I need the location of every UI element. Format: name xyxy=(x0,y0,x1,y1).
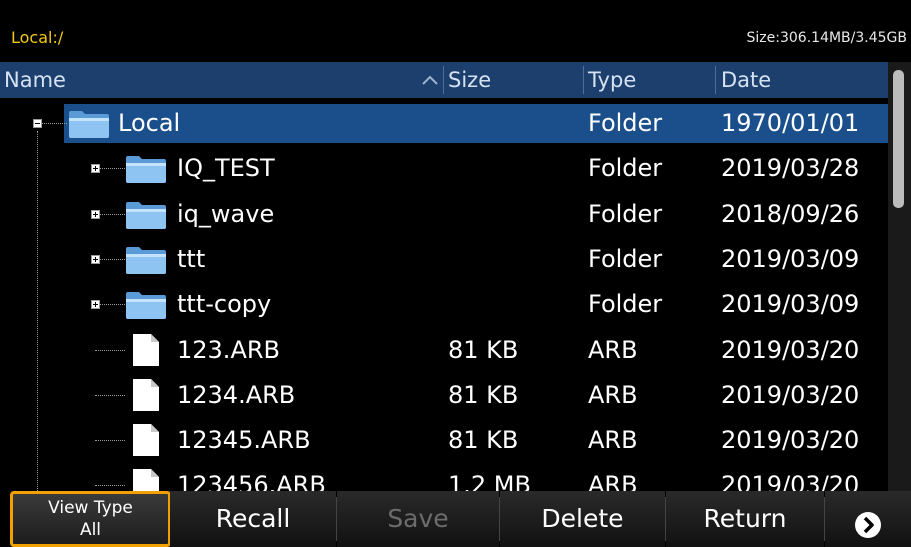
return-button[interactable]: Return xyxy=(666,491,824,547)
folder-icon xyxy=(69,111,109,138)
file-date: 2019/03/20 xyxy=(721,380,860,409)
file-icon xyxy=(133,424,159,457)
file-date: 2019/03/20 xyxy=(721,471,860,491)
file-name: 123456.ARB xyxy=(177,471,326,491)
file-type: Folder xyxy=(588,154,663,183)
folder-row[interactable]: ttt Folder 2019/03/09 xyxy=(0,237,888,281)
file-row[interactable]: 123456.ARB 1.2 MB ARB 2019/03/20 xyxy=(0,463,888,491)
file-type: Folder xyxy=(588,290,663,319)
file-date: 2019/03/09 xyxy=(721,244,860,273)
file-date: 2019/03/28 xyxy=(721,154,860,183)
tree-branch-line xyxy=(95,394,125,396)
file-date: 2018/09/26 xyxy=(721,199,860,228)
scrollbar-thumb[interactable] xyxy=(893,70,904,208)
file-icon xyxy=(133,469,159,491)
file-name: Local xyxy=(118,109,181,137)
file-type: Folder xyxy=(588,109,663,137)
save-button[interactable]: Save xyxy=(337,491,499,547)
file-name: 1234.ARB xyxy=(177,380,296,409)
tree-branch-line xyxy=(95,485,125,487)
view-type-button[interactable]: View Type All xyxy=(10,491,171,547)
file-size: 81 KB xyxy=(448,426,519,455)
file-name: 12345.ARB xyxy=(177,426,311,455)
recall-button[interactable]: Recall xyxy=(170,491,336,547)
chevron-right-icon[interactable] xyxy=(853,510,883,540)
delete-button[interactable]: Delete xyxy=(500,491,665,547)
folder-icon xyxy=(126,201,166,229)
file-type: ARB xyxy=(588,335,638,364)
recall-label: Recall xyxy=(215,504,291,533)
expand-icon[interactable] xyxy=(91,164,100,174)
view-type-label: View Type xyxy=(48,498,133,518)
tree-branch-line xyxy=(95,349,125,351)
file-date: 1970/01/01 xyxy=(721,109,860,137)
file-name: IQ_TEST xyxy=(177,154,275,183)
column-size[interactable]: Size xyxy=(448,62,491,98)
file-type: Folder xyxy=(588,199,663,228)
file-icon xyxy=(133,333,159,366)
sort-ascending-icon xyxy=(422,75,438,85)
folder-row[interactable]: IQ_TEST Folder 2019/03/28 xyxy=(0,146,888,190)
file-list[interactable]: Local Folder 1970/01/01 IQ_TEST Folder 2019/0… xyxy=(0,98,888,491)
storage-size: Size:306.14MB/3.45GB xyxy=(746,30,907,46)
column-separator xyxy=(715,66,716,94)
column-separator xyxy=(443,66,444,94)
softkey-bar: View Type All Recall Save Delete Return xyxy=(0,491,911,547)
return-label: Return xyxy=(703,504,787,533)
save-label: Save xyxy=(387,504,449,533)
file-size: 1.2 MB xyxy=(448,471,531,491)
folder-row[interactable]: iq_wave Folder 2018/09/26 xyxy=(0,192,888,236)
file-size: 81 KB xyxy=(448,380,519,409)
file-date: 2019/03/09 xyxy=(721,290,860,319)
path-bar: Local:/ Size:306.14MB/3.45GB xyxy=(0,0,911,62)
folder-icon xyxy=(126,246,166,274)
file-row[interactable]: 12345.ARB 81 KB ARB 2019/03/20 xyxy=(0,418,888,462)
scrollbar[interactable] xyxy=(888,62,911,491)
file-name: ttt-copy xyxy=(177,290,272,319)
file-type: ARB xyxy=(588,380,638,409)
file-type: ARB xyxy=(588,426,638,455)
file-date: 2019/03/20 xyxy=(721,426,860,455)
column-name[interactable]: Name xyxy=(4,62,66,98)
file-date: 2019/03/20 xyxy=(721,335,860,364)
current-path: Local:/ xyxy=(11,28,64,47)
file-name: iq_wave xyxy=(177,199,275,228)
view-type-value: All xyxy=(79,520,102,540)
column-header: Name Size Type Date xyxy=(0,62,888,98)
expand-icon[interactable] xyxy=(91,300,100,310)
folder-row[interactable]: ttt-copy Folder 2019/03/09 xyxy=(0,282,888,326)
file-size: 81 KB xyxy=(448,335,519,364)
collapse-icon[interactable] xyxy=(33,119,42,128)
file-row[interactable]: 123.ARB 81 KB ARB 2019/03/20 xyxy=(0,328,888,372)
tree-branch-line xyxy=(95,440,125,442)
folder-icon xyxy=(126,156,166,184)
expand-icon[interactable] xyxy=(91,209,100,219)
file-name: 123.ARB xyxy=(177,335,280,364)
file-type: ARB xyxy=(588,471,638,491)
folder-row[interactable]: Local Folder 1970/01/01 xyxy=(0,101,888,145)
column-date[interactable]: Date xyxy=(721,62,771,98)
file-name: ttt xyxy=(177,244,206,273)
file-icon xyxy=(133,378,159,411)
delete-label: Delete xyxy=(541,504,624,533)
file-row[interactable]: 1234.ARB 81 KB ARB 2019/03/20 xyxy=(0,373,888,417)
column-separator xyxy=(583,66,584,94)
folder-icon xyxy=(126,292,166,320)
file-type: Folder xyxy=(588,244,663,273)
column-type[interactable]: Type xyxy=(588,62,636,98)
expand-icon[interactable] xyxy=(91,254,100,264)
